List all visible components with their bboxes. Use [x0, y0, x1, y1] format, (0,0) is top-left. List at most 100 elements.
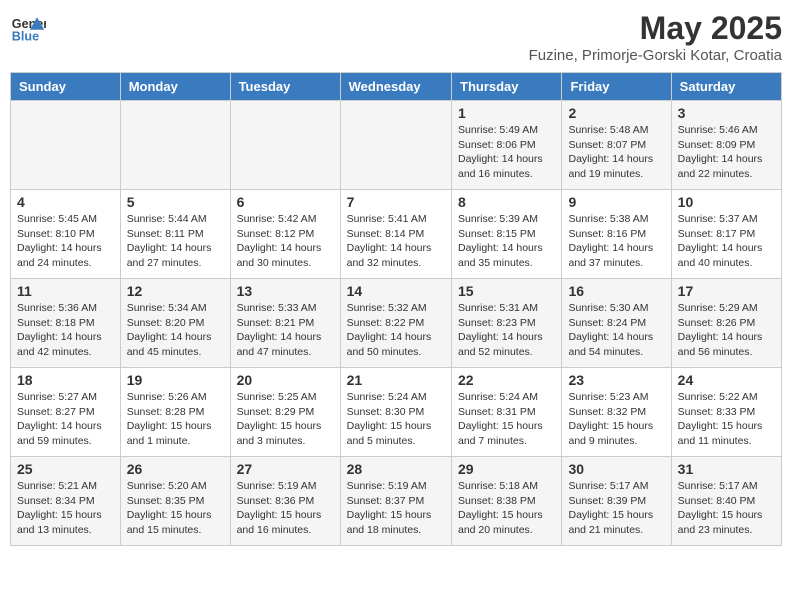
calendar-cell	[340, 101, 451, 190]
cell-content: 1 Sunrise: 5:49 AM Sunset: 8:06 PM Daylig…	[458, 105, 555, 185]
header-friday: Friday	[562, 73, 671, 101]
calendar-cell: 2Sunrise: 5:48 AM Sunset: 8:07 PM Daylig…	[562, 101, 671, 190]
day-info: Sunrise: 5:44 AM Sunset: 8:11 PM Dayligh…	[127, 212, 224, 271]
svg-text:Blue: Blue	[12, 30, 39, 44]
cell-content: 6Sunrise: 5:42 AM Sunset: 8:12 PM Daylig…	[237, 194, 334, 274]
header-tuesday: Tuesday	[230, 73, 340, 101]
day-info: Sunrise: 5:33 AM Sunset: 8:21 PM Dayligh…	[237, 301, 334, 360]
cell-content: 4Sunrise: 5:45 AM Sunset: 8:10 PM Daylig…	[17, 194, 114, 274]
calendar-cell: 18Sunrise: 5:27 AM Sunset: 8:27 PM Dayli…	[11, 368, 121, 457]
calendar-cell: 30Sunrise: 5:17 AM Sunset: 8:39 PM Dayli…	[562, 457, 671, 546]
day-number: 12	[127, 283, 224, 299]
day-number: 13	[237, 283, 334, 299]
calendar-cell: 25Sunrise: 5:21 AM Sunset: 8:34 PM Dayli…	[11, 457, 121, 546]
day-number: 7	[347, 194, 445, 210]
calendar-cell: 31Sunrise: 5:17 AM Sunset: 8:40 PM Dayli…	[671, 457, 781, 546]
month-title: May 2025	[529, 10, 782, 47]
calendar-table: SundayMondayTuesdayWednesdayThursdayFrid…	[10, 72, 782, 546]
calendar-cell: 17Sunrise: 5:29 AM Sunset: 8:26 PM Dayli…	[671, 279, 781, 368]
cell-content: 5 Sunrise: 5:44 AM Sunset: 8:11 PM Daylig…	[127, 194, 224, 274]
day-number: 14	[347, 283, 445, 299]
cell-content: 9Sunrise: 5:38 AM Sunset: 8:16 PM Daylig…	[568, 194, 664, 274]
day-info: Sunrise: 5:24 AM Sunset: 8:30 PM Dayligh…	[347, 390, 445, 449]
calendar-cell	[230, 101, 340, 190]
cell-content: 3 Sunrise: 5:46 AM Sunset: 8:09 PM Daylig…	[678, 105, 775, 185]
cell-content: 24Sunrise: 5:22 AM Sunset: 8:33 PM Dayli…	[678, 372, 775, 452]
day-number: 20	[237, 372, 334, 388]
day-info: Sunrise: 5:37 AM Sunset: 8:17 PM Dayligh…	[678, 212, 775, 271]
calendar-cell: 9Sunrise: 5:38 AM Sunset: 8:16 PM Daylig…	[562, 190, 671, 279]
cell-content: 15 Sunrise: 5:31 AM Sunset: 8:23 PM Dayli…	[458, 283, 555, 363]
header-sunday: Sunday	[11, 73, 121, 101]
cell-content: 26Sunrise: 5:20 AM Sunset: 8:35 PM Dayli…	[127, 461, 224, 541]
day-info: Sunrise: 5:25 AM Sunset: 8:29 PM Dayligh…	[237, 390, 334, 449]
day-info: Sunrise: 5:22 AM Sunset: 8:33 PM Dayligh…	[678, 390, 775, 449]
cell-content: 23Sunrise: 5:23 AM Sunset: 8:32 PM Dayli…	[568, 372, 664, 452]
day-info: Sunrise: 5:31 AM Sunset: 8:23 PM Dayligh…	[458, 301, 555, 360]
calendar-cell: 16Sunrise: 5:30 AM Sunset: 8:24 PM Dayli…	[562, 279, 671, 368]
calendar-cell	[120, 101, 230, 190]
cell-content: 13 Sunrise: 5:33 AM Sunset: 8:21 PM Dayli…	[237, 283, 334, 363]
day-info: Sunrise: 5:30 AM Sunset: 8:24 PM Dayligh…	[568, 301, 664, 360]
calendar-header-row: SundayMondayTuesdayWednesdayThursdayFrid…	[11, 73, 782, 101]
day-number: 21	[347, 372, 445, 388]
day-number: 25	[17, 461, 114, 477]
logo-icon: General Blue	[10, 10, 46, 46]
cell-content: 14 Sunrise: 5:32 AM Sunset: 8:22 PM Dayli…	[347, 283, 445, 363]
day-info: Sunrise: 5:46 AM Sunset: 8:09 PM Dayligh…	[678, 123, 775, 182]
day-number: 30	[568, 461, 664, 477]
header-wednesday: Wednesday	[340, 73, 451, 101]
day-info: Sunrise: 5:17 AM Sunset: 8:40 PM Dayligh…	[678, 479, 775, 538]
title-area: May 2025 Fuzine, Primorje-Gorski Kotar, …	[529, 10, 782, 64]
day-number: 3	[678, 105, 775, 121]
day-number: 15	[458, 283, 555, 299]
day-info: Sunrise: 5:39 AM Sunset: 8:15 PM Dayligh…	[458, 212, 555, 271]
cell-content: 19Sunrise: 5:26 AM Sunset: 8:28 PM Dayli…	[127, 372, 224, 452]
calendar-cell: 19Sunrise: 5:26 AM Sunset: 8:28 PM Dayli…	[120, 368, 230, 457]
day-number: 8	[458, 194, 555, 210]
calendar-cell: 3 Sunrise: 5:46 AM Sunset: 8:09 PM Daylig…	[671, 101, 781, 190]
calendar-cell: 26Sunrise: 5:20 AM Sunset: 8:35 PM Dayli…	[120, 457, 230, 546]
day-number: 1	[458, 105, 555, 121]
cell-content: 20 Sunrise: 5:25 AM Sunset: 8:29 PM Dayli…	[237, 372, 334, 452]
cell-content: 10Sunrise: 5:37 AM Sunset: 8:17 PM Dayli…	[678, 194, 775, 274]
calendar-cell: 8 Sunrise: 5:39 AM Sunset: 8:15 PM Daylig…	[452, 190, 562, 279]
calendar-cell: 29 Sunrise: 5:18 AM Sunset: 8:38 PM Dayli…	[452, 457, 562, 546]
day-number: 17	[678, 283, 775, 299]
cell-content: 31Sunrise: 5:17 AM Sunset: 8:40 PM Dayli…	[678, 461, 775, 541]
day-number: 28	[347, 461, 445, 477]
day-info: Sunrise: 5:48 AM Sunset: 8:07 PM Dayligh…	[568, 123, 664, 182]
calendar-cell: 15 Sunrise: 5:31 AM Sunset: 8:23 PM Dayli…	[452, 279, 562, 368]
day-number: 26	[127, 461, 224, 477]
calendar-week-row: 25Sunrise: 5:21 AM Sunset: 8:34 PM Dayli…	[11, 457, 782, 546]
calendar-cell: 6Sunrise: 5:42 AM Sunset: 8:12 PM Daylig…	[230, 190, 340, 279]
day-info: Sunrise: 5:18 AM Sunset: 8:38 PM Dayligh…	[458, 479, 555, 538]
day-info: Sunrise: 5:23 AM Sunset: 8:32 PM Dayligh…	[568, 390, 664, 449]
day-info: Sunrise: 5:24 AM Sunset: 8:31 PM Dayligh…	[458, 390, 555, 449]
day-info: Sunrise: 5:19 AM Sunset: 8:37 PM Dayligh…	[347, 479, 445, 538]
day-info: Sunrise: 5:49 AM Sunset: 8:06 PM Dayligh…	[458, 123, 555, 182]
calendar-cell: 24Sunrise: 5:22 AM Sunset: 8:33 PM Dayli…	[671, 368, 781, 457]
day-number: 29	[458, 461, 555, 477]
header-monday: Monday	[120, 73, 230, 101]
calendar-cell: 4Sunrise: 5:45 AM Sunset: 8:10 PM Daylig…	[11, 190, 121, 279]
calendar-cell: 23Sunrise: 5:23 AM Sunset: 8:32 PM Dayli…	[562, 368, 671, 457]
cell-content: 2Sunrise: 5:48 AM Sunset: 8:07 PM Daylig…	[568, 105, 664, 185]
day-number: 18	[17, 372, 114, 388]
day-info: Sunrise: 5:38 AM Sunset: 8:16 PM Dayligh…	[568, 212, 664, 271]
day-number: 27	[237, 461, 334, 477]
day-info: Sunrise: 5:41 AM Sunset: 8:14 PM Dayligh…	[347, 212, 445, 271]
day-number: 4	[17, 194, 114, 210]
cell-content: 11Sunrise: 5:36 AM Sunset: 8:18 PM Dayli…	[17, 283, 114, 363]
day-number: 19	[127, 372, 224, 388]
calendar-cell: 22Sunrise: 5:24 AM Sunset: 8:31 PM Dayli…	[452, 368, 562, 457]
cell-content: 16Sunrise: 5:30 AM Sunset: 8:24 PM Dayli…	[568, 283, 664, 363]
calendar-cell: 13 Sunrise: 5:33 AM Sunset: 8:21 PM Dayli…	[230, 279, 340, 368]
cell-content: 22Sunrise: 5:24 AM Sunset: 8:31 PM Dayli…	[458, 372, 555, 452]
day-number: 5	[127, 194, 224, 210]
day-info: Sunrise: 5:19 AM Sunset: 8:36 PM Dayligh…	[237, 479, 334, 538]
day-info: Sunrise: 5:32 AM Sunset: 8:22 PM Dayligh…	[347, 301, 445, 360]
calendar-cell: 14 Sunrise: 5:32 AM Sunset: 8:22 PM Dayli…	[340, 279, 451, 368]
cell-content: 28 Sunrise: 5:19 AM Sunset: 8:37 PM Dayli…	[347, 461, 445, 541]
calendar-week-row: 4Sunrise: 5:45 AM Sunset: 8:10 PM Daylig…	[11, 190, 782, 279]
